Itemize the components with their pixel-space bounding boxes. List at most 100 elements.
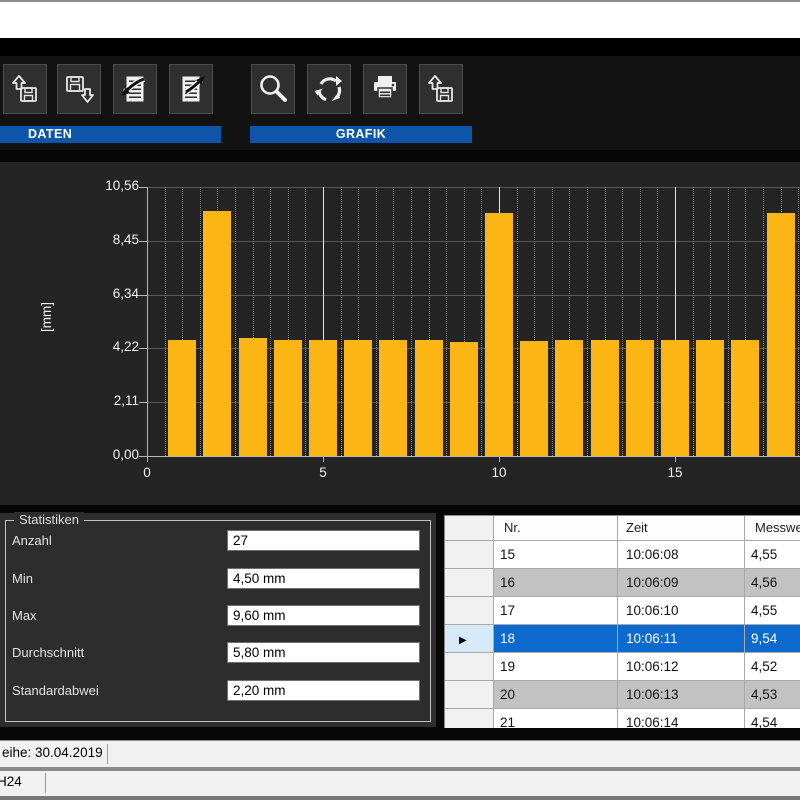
- gridline-v: [235, 187, 236, 456]
- bar: [344, 340, 372, 456]
- table-row[interactable]: 2110:06:144,54: [445, 709, 800, 728]
- table-row[interactable]: 1610:06:094,56: [445, 569, 800, 597]
- table-row[interactable]: 1910:06:124,52: [445, 653, 800, 681]
- anzahl-field[interactable]: [227, 530, 420, 551]
- print-button[interactable]: [363, 64, 407, 114]
- row-selector-header[interactable]: [445, 516, 494, 541]
- row-selector-cell[interactable]: [445, 709, 494, 728]
- cell-zeit: 10:06:08: [618, 541, 745, 569]
- gridline-v: [552, 187, 553, 456]
- printer-icon: [368, 72, 402, 106]
- gridline-v: [798, 187, 799, 456]
- standardabweichung-label: Standardabwei: [12, 683, 99, 698]
- row-selector-cell[interactable]: [445, 541, 494, 569]
- y-tick-label: 2,11: [85, 393, 139, 408]
- chart-panel: 0,002,114,226,348,4510,56051015: [0, 162, 800, 505]
- x-axis-tick: [323, 457, 324, 462]
- table-row[interactable]: 2010:06:134,53: [445, 681, 800, 709]
- x-axis-tick: [499, 457, 500, 462]
- y-axis-unit-label: [mm]: [39, 297, 59, 337]
- min-field[interactable]: [227, 568, 420, 589]
- export-data-button[interactable]: [169, 64, 213, 114]
- status-bar-divider: [45, 773, 46, 793]
- max-field[interactable]: [227, 605, 420, 626]
- column-header[interactable]: Nr.: [494, 516, 618, 541]
- column-header[interactable]: Messwert: [745, 516, 800, 541]
- cell-nr: 19: [494, 653, 618, 681]
- cell-zeit: 10:06:10: [618, 597, 745, 625]
- y-axis-tick: [139, 402, 147, 403]
- bar: [239, 338, 267, 456]
- gridline-v: [165, 187, 166, 456]
- gridline-v: [693, 187, 694, 456]
- statistics-groupbox-title: Statistiken: [14, 512, 84, 528]
- cell-zeit: 10:06:09: [618, 569, 745, 597]
- y-axis-line: [147, 187, 148, 456]
- x-tick-label: 10: [479, 465, 519, 480]
- gridline-v: [270, 187, 271, 456]
- max-label: Max: [12, 608, 37, 623]
- cell-messwert: 4,53: [745, 681, 800, 709]
- cell-zeit: 10:06:12: [618, 653, 745, 681]
- cell-messwert: 4,52: [745, 653, 800, 681]
- durchschnitt-label: Durchschnitt: [12, 645, 84, 660]
- statistics-panel: Statistiken Anzahl Min Max Durchschnitt …: [0, 513, 436, 727]
- bar: [520, 341, 548, 456]
- column-header[interactable]: Zeit: [618, 516, 745, 541]
- current-row-arrow-icon: ▶: [459, 635, 467, 646]
- bar: [591, 340, 619, 456]
- app-window: DATEN GRAFIK 0,002,114,226,348,4510,5605…: [0, 0, 800, 800]
- refresh-button[interactable]: [307, 64, 351, 114]
- gridline-v: [763, 187, 764, 456]
- bar: [415, 340, 443, 456]
- window-bottom-edge: [0, 796, 800, 800]
- bar: [696, 340, 724, 456]
- row-selector-cell[interactable]: [445, 597, 494, 625]
- row-selector-cell[interactable]: ▶: [445, 625, 494, 653]
- toolbar-chart-divider: [0, 150, 800, 162]
- bar: [379, 340, 407, 456]
- zoom-button[interactable]: [251, 64, 295, 114]
- gridline-v: [481, 187, 482, 456]
- bar: [274, 340, 302, 456]
- table-row[interactable]: 1710:06:104,55: [445, 597, 800, 625]
- table-row[interactable]: ▶1810:06:119,54: [445, 625, 800, 653]
- import-data-button[interactable]: [113, 64, 157, 114]
- y-tick-label: 10,56: [85, 178, 139, 193]
- bar: [626, 340, 654, 456]
- row-selector-cell[interactable]: [445, 569, 494, 597]
- x-tick-label: 15: [655, 465, 695, 480]
- cell-messwert: 9,54: [745, 625, 800, 653]
- durchschnitt-field[interactable]: [227, 642, 420, 663]
- bar: [203, 211, 231, 456]
- bar: [168, 340, 196, 456]
- window-top-edge: [0, 0, 800, 2]
- table-row[interactable]: 1510:06:084,55: [445, 541, 800, 569]
- row-selector-cell[interactable]: [445, 681, 494, 709]
- floppy-arrow-up-icon: [424, 72, 458, 106]
- status-bar-primary: eihe: 30.04.2019: [0, 740, 800, 767]
- export-graphic-button[interactable]: [419, 64, 463, 114]
- gridline-v: [657, 187, 658, 456]
- standardabweichung-field[interactable]: [227, 680, 420, 701]
- gridline-v: [376, 187, 377, 456]
- row-selector-cell[interactable]: [445, 653, 494, 681]
- gridline-v: [728, 187, 729, 456]
- status-bar-secondary: H24: [0, 771, 800, 796]
- y-tick-label: 0,00: [85, 447, 139, 462]
- cell-messwert: 4,54: [745, 709, 800, 728]
- gridline-v: [411, 187, 412, 456]
- open-file-button[interactable]: [3, 64, 47, 114]
- gridline-h: [147, 295, 800, 296]
- gridline-v: [305, 187, 306, 456]
- save-file-button[interactable]: [57, 64, 101, 114]
- gridline-h: [147, 187, 800, 188]
- x-axis-tick: [147, 457, 148, 462]
- y-tick-label: 8,45: [85, 232, 139, 247]
- bar: [450, 342, 478, 456]
- document-arrow-in-icon: [118, 72, 152, 106]
- cell-messwert: 4,55: [745, 541, 800, 569]
- bar: [661, 340, 689, 456]
- magnifier-icon: [256, 72, 290, 106]
- grafik-group-label: GRAFIK: [250, 126, 472, 143]
